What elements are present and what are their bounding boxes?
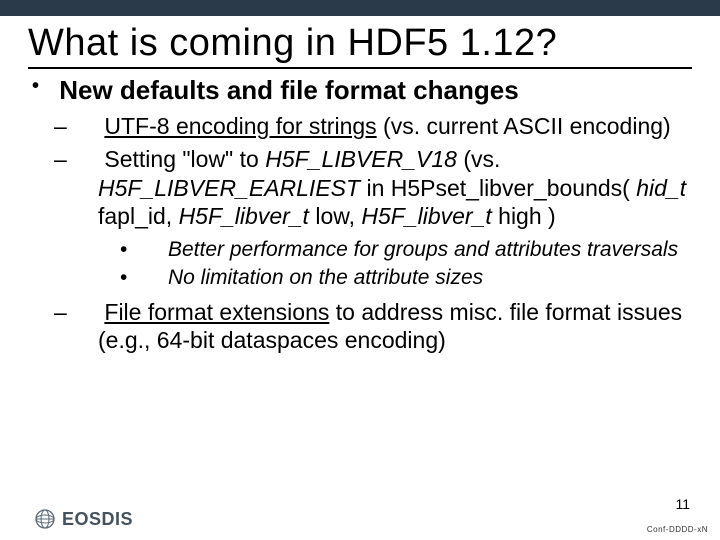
sub-item-3: File format extensions to address misc. … <box>76 298 692 356</box>
top-bar <box>0 0 720 16</box>
globe-icon <box>34 508 56 530</box>
slide-title: What is coming in HDF5 1.12? <box>28 22 692 69</box>
sub2-c: (vs. <box>457 146 500 172</box>
bullet-list-level1: New defaults and file format changes UTF… <box>28 75 692 355</box>
bullet-list-level2: UTF-8 encoding for strings (vs. current … <box>36 112 692 355</box>
subsub-item-1: Better performance for groups and attrib… <box>144 237 692 263</box>
bullet-list-level3: Better performance for groups and attrib… <box>98 237 692 292</box>
sub2-d: H5F_LIBVER_EARLIEST <box>98 175 360 201</box>
subsub-item-2: No limitation on the attribute sizes <box>144 265 692 291</box>
eosdis-logo: EOSDIS <box>34 508 133 530</box>
bullet-item-1-text: New defaults and file format changes <box>59 75 518 105</box>
sub2-k: high ) <box>492 203 556 229</box>
confidential-label: Conf-DDDD-xN <box>647 525 708 534</box>
sub2-b: H5F_LIBVER_V18 <box>265 146 457 172</box>
sub2-f: hid_t <box>636 175 686 201</box>
sub-item-1-rest: (vs. current ASCII encoding) <box>377 113 671 139</box>
page-number: 11 <box>675 496 690 512</box>
sub-item-2: Setting "low" to H5F_LIBVER_V18 (vs. H5F… <box>76 145 692 292</box>
sub2-j: H5F_libver_t <box>361 203 491 229</box>
sub2-h: H5F_libver_t <box>179 203 309 229</box>
bullet-item-1: New defaults and file format changes UTF… <box>36 75 692 355</box>
sub-item-1-underline: UTF-8 encoding for strings <box>104 113 376 139</box>
slide-content: What is coming in HDF5 1.12? New default… <box>0 16 720 355</box>
sub3-underline: File format extensions <box>104 299 329 325</box>
sub2-e: in H5Pset_libver_bounds( <box>360 175 636 201</box>
sub2-i: low, <box>309 203 361 229</box>
logo-text: EOSDIS <box>62 509 133 530</box>
sub2-a: Setting "low" to <box>104 146 265 172</box>
sub2-g: fapl_id, <box>98 203 179 229</box>
sub-item-1: UTF-8 encoding for strings (vs. current … <box>76 112 692 141</box>
